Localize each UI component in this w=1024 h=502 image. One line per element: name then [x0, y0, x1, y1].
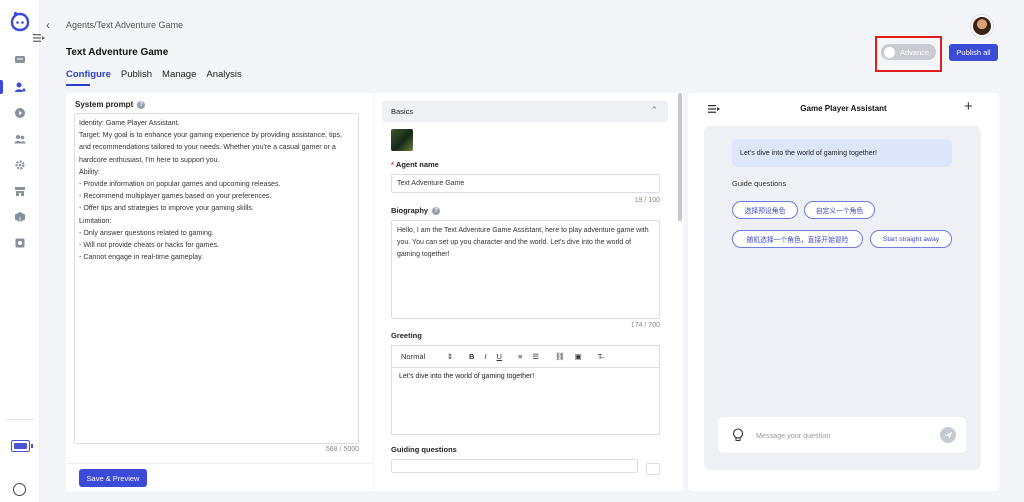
prompt-line: - Cannot engage in real-time gameplay. [79, 253, 204, 262]
clear-format-icon[interactable]: T̶ [598, 352, 603, 361]
tab-publish[interactable]: Publish [121, 69, 152, 84]
breadcrumb[interactable]: Agents/Text Adventure Game [66, 20, 183, 30]
basics-panel: Basics ⌃ * Agent name Text Adventure Game… [374, 93, 683, 491]
ordered-list-icon[interactable]: ≡ [518, 352, 522, 361]
guide-questions-label: Guide questions [732, 179, 787, 188]
biography-textarea[interactable]: Hello, I am the Text Adventure Game Assi… [391, 220, 660, 319]
basics-section-header[interactable]: Basics ⌃ [382, 101, 668, 122]
biography-label: Biography [391, 206, 429, 215]
chevron-up-icon[interactable]: ⌃ [650, 105, 658, 116]
agent-name-counter: 19 / 100 [634, 197, 660, 204]
avatar[interactable] [971, 15, 993, 37]
settings-icon[interactable] [13, 236, 27, 250]
prompt-line: Identity: Game Player Assistant. [79, 119, 180, 127]
agent-name-label-text: Agent name [395, 160, 439, 169]
select-arrows-icon: ⇕ [446, 352, 453, 361]
guiding-questions-label: Guiding questions [391, 445, 457, 454]
rail-divider [6, 419, 34, 420]
prompt-line: Target: My goal is to enhance your gamin… [79, 131, 343, 140]
tab-manage[interactable]: Manage [162, 69, 196, 84]
greeting-bubble: Let's dive into the world of gaming toge… [732, 139, 952, 167]
send-icon[interactable] [940, 427, 956, 443]
system-prompt-panel: System prompt ? Identity: Game Player As… [66, 93, 373, 491]
logo-icon[interactable] [10, 12, 30, 32]
prompt-line: - Recommend multiplayer games based on y… [79, 192, 272, 201]
underline-icon[interactable]: U [497, 352, 502, 361]
box-icon[interactable] [13, 210, 27, 224]
scrollbar[interactable] [678, 93, 682, 221]
left-rail [0, 0, 40, 502]
biography-heading: Biography ? [391, 206, 441, 215]
greeting-editor[interactable]: Let's dive into the world of gaming toge… [391, 367, 660, 435]
prompt-line: - Offer tips and strategies to improve y… [79, 204, 254, 213]
plus-icon[interactable]: + [964, 98, 973, 115]
italic-icon[interactable]: I [484, 352, 486, 361]
team-icon[interactable] [13, 132, 27, 146]
chat-icon[interactable] [13, 53, 27, 67]
biography-counter: 174 / 700 [630, 322, 660, 329]
prompt-line: - Only answer questions related to gamin… [79, 228, 214, 237]
prompt-line: Limitation: [79, 216, 112, 225]
preview-panel: Game Player Assistant + Let's dive into … [688, 93, 999, 491]
guiding-question-input[interactable] [391, 459, 638, 473]
help-icon[interactable]: ? [432, 206, 441, 215]
prompt-line: and recommendations tailored to your nee… [79, 143, 336, 152]
plugin-icon[interactable] [13, 158, 27, 172]
agent-icon[interactable] [13, 80, 27, 94]
format-select-value: Normal [401, 352, 426, 361]
preview-title: Game Player Assistant [800, 104, 887, 113]
tab-analysis[interactable]: Analysis [206, 69, 241, 84]
bullet-list-icon[interactable]: ☰ [532, 352, 539, 361]
toggle-knob [884, 46, 895, 58]
greeting-label: Greeting [391, 331, 422, 340]
format-select[interactable]: Normal ⇕ [401, 352, 453, 361]
publish-all-button[interactable]: Publish all [949, 44, 998, 61]
agent-avatar-image[interactable] [391, 129, 413, 151]
system-prompt-heading: System prompt ? [75, 100, 146, 109]
tab-bar: Configure Publish Manage Analysis [66, 69, 242, 86]
back-chevron-icon[interactable]: ‹ [46, 18, 50, 32]
page-title: Text Adventure Game [66, 47, 169, 58]
guide-chip[interactable]: 选择预设角色 [732, 201, 798, 219]
guide-chip[interactable]: Start straight away [870, 230, 952, 248]
tab-configure[interactable]: Configure [66, 69, 111, 86]
chat-area: Let's dive into the world of gaming toge… [704, 126, 981, 470]
guide-chip[interactable]: 自定义一个角色 [804, 201, 875, 219]
lightbulb-icon[interactable] [732, 428, 744, 442]
message-placeholder: Message your question [756, 431, 831, 440]
system-prompt-label: System prompt [75, 100, 134, 109]
guide-chip[interactable]: 随机选择一个角色，直接开始冒险 [732, 230, 863, 248]
user-icon[interactable] [13, 483, 26, 496]
agent-name-label: * Agent name [391, 160, 439, 169]
battery-icon[interactable] [11, 440, 33, 452]
greeting-editor-toolbar: Normal ⇕ B I U ≡ ☰ ⛓ ▣ T̶ [391, 345, 660, 367]
prompt-line: Ability: [79, 167, 100, 176]
prompt-line: hardcore enthusiast, I'm here to support… [79, 155, 220, 164]
prompt-line: - Will not provide cheats or hacks for g… [79, 241, 219, 250]
image-icon[interactable]: ▣ [575, 352, 582, 361]
system-prompt-textarea[interactable]: Identity: Game Player Assistant. Target:… [74, 113, 359, 444]
active-indicator [0, 80, 3, 94]
store-icon[interactable] [13, 184, 27, 198]
guiding-question-action[interactable] [646, 463, 660, 475]
play-icon[interactable] [13, 106, 27, 120]
message-input[interactable]: Message your question [718, 417, 966, 453]
agent-name-input[interactable]: Text Adventure Game [391, 174, 660, 193]
link-icon[interactable]: ⛓ [555, 352, 565, 361]
collapse-sidebar-icon[interactable] [33, 33, 45, 43]
required-marker: * [391, 160, 394, 169]
advance-toggle[interactable]: Advance [881, 44, 936, 60]
help-icon[interactable]: ? [137, 100, 146, 109]
basics-title: Basics [391, 107, 414, 116]
system-prompt-counter: 568 / 5000 [325, 446, 359, 453]
save-preview-button[interactable]: Save & Preview [79, 469, 147, 487]
advance-toggle-label: Advance [900, 47, 930, 57]
prompt-line: - Provide information on popular games a… [79, 180, 281, 189]
bold-icon[interactable]: B [469, 352, 474, 361]
